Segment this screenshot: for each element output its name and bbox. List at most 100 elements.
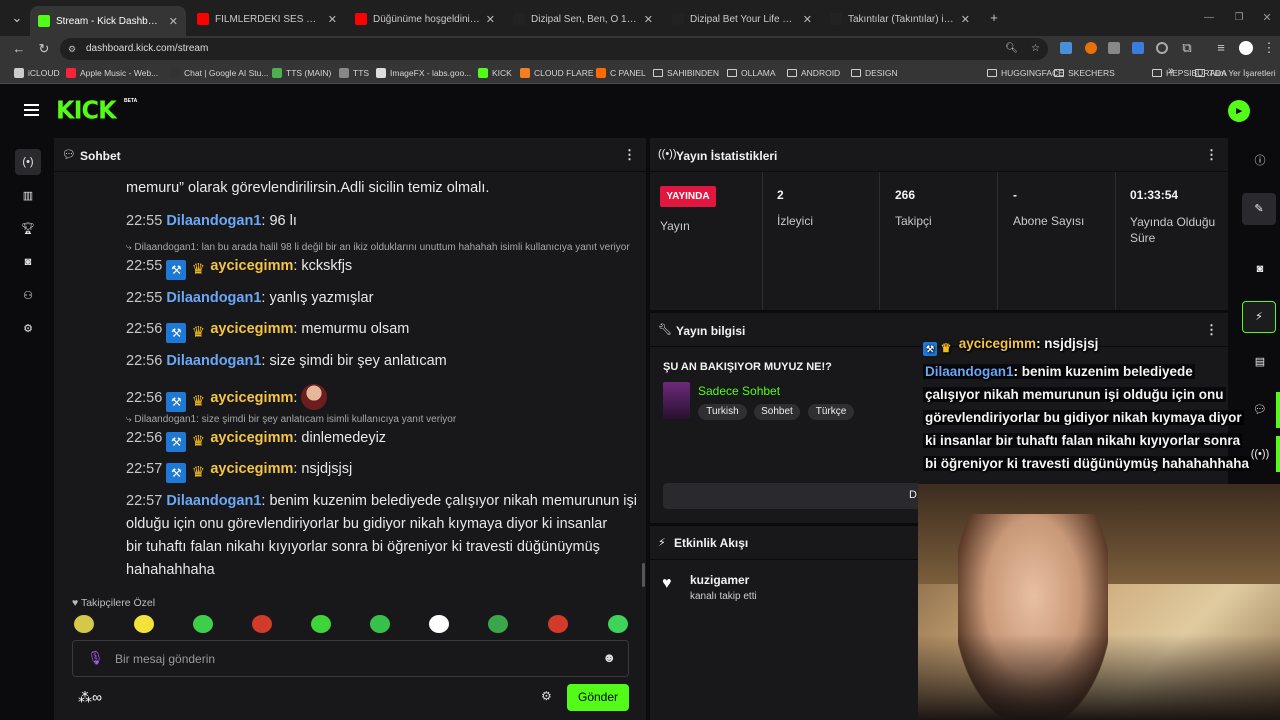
chat-toggle-icon[interactable]: 💬︎ bbox=[1248, 398, 1272, 422]
bookmark-item[interactable]: TTS bbox=[339, 66, 369, 80]
extension-icon-5[interactable] bbox=[1156, 42, 1168, 54]
tag-turkce[interactable]: Türkçe bbox=[808, 404, 854, 420]
tab-close-icon[interactable]: ✕ bbox=[328, 13, 337, 26]
community-nav-icon[interactable]: ⚇ bbox=[17, 285, 39, 307]
stats-menu-icon[interactable]: ⋮ bbox=[1205, 147, 1218, 163]
camera-icon[interactable]: ◙ bbox=[1248, 257, 1272, 281]
kick-logo[interactable]: KICK bbox=[56, 95, 117, 124]
browser-tab[interactable]: Dizipal Bet Your Life 1.Sezon 1.B ✕ bbox=[664, 6, 820, 32]
bookmark-item[interactable]: ImageFX - labs.goo... bbox=[376, 66, 471, 80]
notes-icon[interactable]: ▤ bbox=[1248, 350, 1272, 374]
tag-sohbet[interactable]: Sohbet bbox=[754, 404, 800, 420]
camera-nav-icon[interactable]: ◙ bbox=[17, 251, 39, 273]
all-bookmarks-button[interactable]: Tüm Yer İşaretleri bbox=[1195, 66, 1276, 80]
url-field[interactable]: ⚙ dashboard.kick.com/stream 🔍︎ ☆ bbox=[60, 38, 1048, 60]
message-username[interactable]: aycicegimm bbox=[210, 461, 293, 477]
bookmark-item[interactable]: iCLOUD bbox=[14, 66, 60, 80]
tag-turkish[interactable]: Turkish bbox=[698, 404, 747, 420]
emote-button[interactable] bbox=[193, 615, 213, 633]
bookmark-item[interactable]: C PANEL bbox=[596, 66, 646, 80]
restore-icon[interactable]: ❐ bbox=[1230, 9, 1248, 27]
message-username[interactable]: Dilaandogan1 bbox=[166, 353, 261, 369]
bookmark-item[interactable]: Apple Music - Web... bbox=[66, 66, 158, 80]
new-tab-plus-icon[interactable]: + bbox=[985, 9, 1003, 27]
hamburger-menu-icon[interactable] bbox=[24, 104, 39, 106]
chat-menu-icon[interactable]: ⋮ bbox=[623, 147, 636, 163]
minimize-icon[interactable]: — bbox=[1200, 9, 1218, 27]
window-close-icon[interactable]: ✕ bbox=[1258, 9, 1276, 27]
emote-button[interactable] bbox=[74, 615, 94, 633]
chat-identity-icon[interactable]: ⁂∞ bbox=[78, 689, 102, 706]
emote-button[interactable] bbox=[311, 615, 331, 633]
bookmark-item[interactable]: HUGGINGFACE bbox=[987, 66, 1064, 80]
message-username[interactable]: Dilaandogan1 bbox=[166, 213, 261, 229]
broadcast-toggle-icon[interactable]: ((•)) bbox=[1248, 442, 1272, 466]
edit-pencil-icon[interactable]: ✎ bbox=[1242, 193, 1276, 225]
emote-button[interactable] bbox=[548, 615, 568, 633]
emote-image[interactable] bbox=[301, 384, 328, 410]
browser-menu-icon[interactable]: ⋮ bbox=[1260, 39, 1278, 57]
tab-close-icon[interactable]: ✕ bbox=[803, 13, 812, 26]
message-username[interactable]: aycicegimm bbox=[210, 321, 293, 337]
emote-button[interactable] bbox=[370, 615, 390, 633]
extension-icon-3[interactable] bbox=[1108, 42, 1120, 54]
emoji-picker-icon[interactable]: ☻ bbox=[602, 650, 616, 665]
category-thumbnail[interactable] bbox=[663, 382, 690, 419]
message-username[interactable]: aycicegimm bbox=[210, 390, 293, 406]
bookmark-star-icon[interactable]: ☆ bbox=[1031, 38, 1040, 60]
bookmark-item[interactable]: Chat | Google AI Stu... bbox=[170, 66, 268, 80]
quick-actions-icon[interactable]: ⚡︎ bbox=[1242, 301, 1276, 333]
emote-button[interactable] bbox=[252, 615, 272, 633]
bookmark-item[interactable]: OLLAMA bbox=[727, 66, 776, 80]
info-menu-icon[interactable]: ⋮ bbox=[1205, 322, 1218, 338]
emote-button[interactable] bbox=[608, 615, 628, 633]
bookmark-item[interactable]: TTS (MAIN) bbox=[272, 66, 331, 80]
bookmarks-more-button[interactable]: » bbox=[1168, 64, 1174, 78]
media-icon[interactable]: ≡ bbox=[1212, 39, 1230, 57]
tab-close-icon[interactable]: ✕ bbox=[169, 15, 178, 28]
zoom-icon[interactable]: 🔍︎ bbox=[1005, 38, 1018, 60]
tab-close-icon[interactable]: ✕ bbox=[486, 13, 495, 26]
edit-info-button[interactable]: D bbox=[663, 483, 921, 509]
chat-settings-icon[interactable]: ⚙ bbox=[541, 689, 552, 703]
message-username[interactable]: Dilaandogan1 bbox=[166, 290, 261, 306]
info-circle-icon[interactable]: ⓘ bbox=[1248, 149, 1272, 173]
emote-button[interactable] bbox=[488, 615, 508, 633]
extensions-puzzle-icon[interactable]: ⧉ bbox=[1178, 39, 1196, 57]
browser-tab[interactable]: Dizipal Sen, Ben, O 1.Sezon 2.B ✕ bbox=[505, 6, 661, 32]
emote-button[interactable] bbox=[134, 615, 154, 633]
chat-scrollbar[interactable] bbox=[642, 563, 645, 587]
bookmark-item[interactable]: CLOUD FLARE bbox=[520, 66, 594, 80]
user-avatar-icon[interactable]: ▸ bbox=[1228, 100, 1250, 122]
back-arrow-icon[interactable]: ← bbox=[10, 40, 28, 58]
message-username[interactable]: aycicegimm bbox=[210, 258, 293, 274]
message-username[interactable]: Dilaandogan1 bbox=[166, 493, 261, 509]
bookmark-item[interactable]: SKECHERS bbox=[1054, 66, 1115, 80]
reload-icon[interactable]: ↻ bbox=[35, 40, 53, 58]
trophy-nav-icon[interactable]: 🏆︎ bbox=[17, 218, 39, 240]
settings-nav-icon[interactable]: ⚙ bbox=[17, 318, 39, 340]
message-username[interactable]: aycicegimm bbox=[210, 430, 293, 446]
chat-input-box[interactable]: 🎙︎ Bir mesaj gönderin ☻ bbox=[72, 640, 629, 677]
emote-button[interactable] bbox=[429, 615, 449, 633]
tab-search-chevron-icon[interactable]: ⌄ bbox=[8, 9, 26, 27]
tab-close-icon[interactable]: ✕ bbox=[961, 13, 970, 26]
category-link[interactable]: Sadece Sohbet bbox=[698, 384, 780, 398]
microphone-icon[interactable]: 🎙︎ bbox=[87, 650, 104, 666]
send-button[interactable]: Gönder bbox=[567, 684, 629, 711]
tab-close-icon[interactable]: ✕ bbox=[644, 13, 653, 26]
stream-nav-icon[interactable]: (•) bbox=[15, 149, 41, 175]
bookmark-item[interactable]: KICK bbox=[478, 66, 512, 80]
browser-tab[interactable]: Takıntılar (Takıntılar) izle - Dizip ✕ bbox=[822, 6, 978, 32]
analytics-nav-icon[interactable]: ▥ bbox=[17, 185, 39, 207]
browser-tab[interactable]: Stream - Kick Dashboard ✕ bbox=[30, 6, 186, 36]
bookmark-item[interactable]: SAHIBINDEN bbox=[653, 66, 719, 80]
extension-icon-2[interactable] bbox=[1085, 42, 1097, 54]
bookmark-item[interactable]: ANDROID bbox=[787, 66, 840, 80]
extension-icon-1[interactable] bbox=[1060, 42, 1072, 54]
translate-icon[interactable] bbox=[1132, 42, 1144, 54]
browser-tab[interactable]: FİLMLERDEKİ SES EFEKTLERİ NA ✕ bbox=[189, 6, 345, 32]
bookmark-item[interactable]: DESIGN bbox=[851, 66, 898, 80]
site-info-icon[interactable]: ⚙ bbox=[68, 38, 76, 60]
profile-avatar[interactable] bbox=[1239, 41, 1253, 55]
